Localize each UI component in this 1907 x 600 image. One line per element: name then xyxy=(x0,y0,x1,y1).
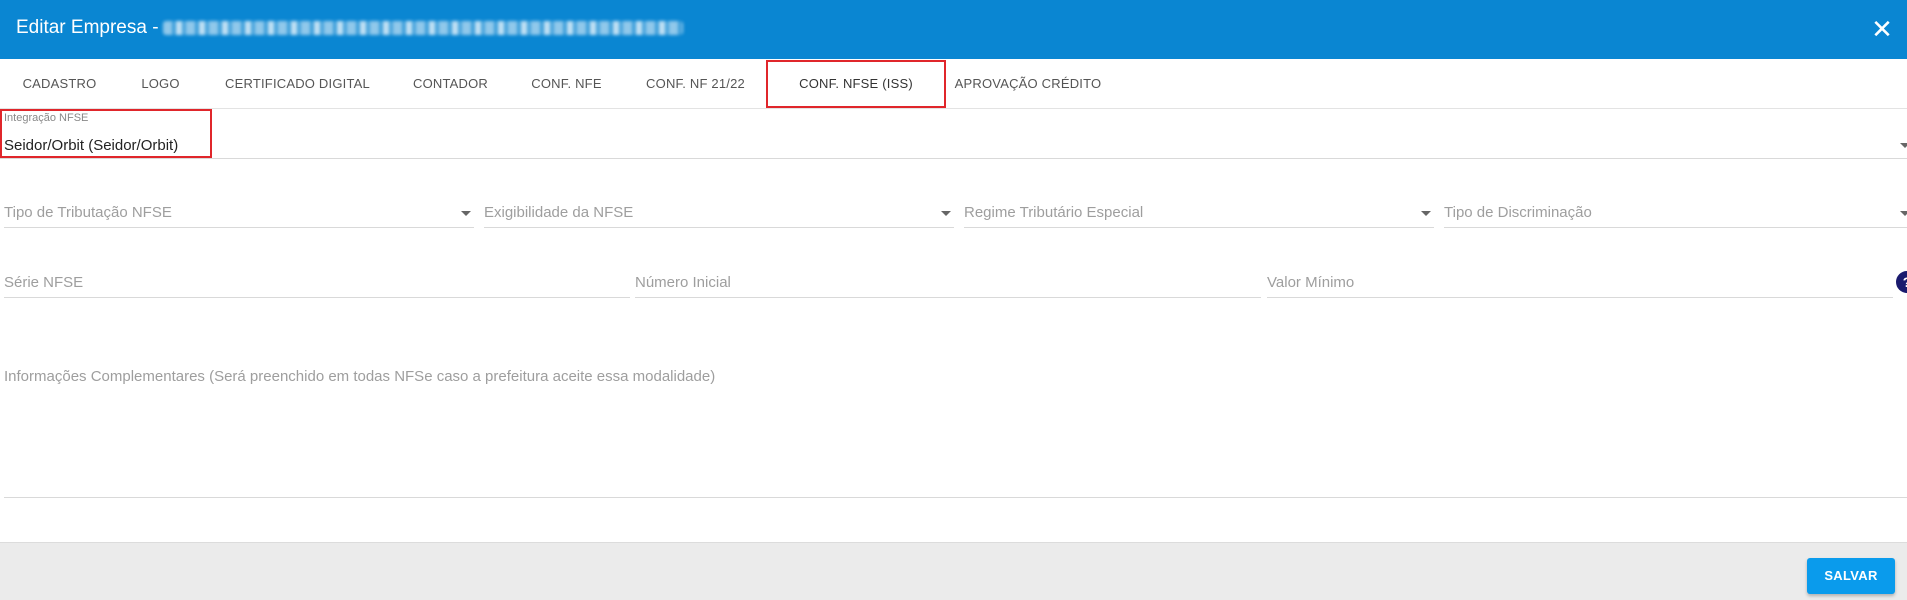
exigibilidade-placeholder: Exigibilidade da NFSE xyxy=(484,204,634,221)
tipo-discriminacao-underline xyxy=(1444,227,1907,228)
regime-tributario-underline xyxy=(964,227,1434,228)
tab-certificado-digital[interactable]: CERTIFICADO DIGITAL xyxy=(202,59,393,108)
tipo-tributacao-placeholder: Tipo de Tributação NFSE xyxy=(4,204,172,221)
redacted-company-name xyxy=(162,20,683,35)
highlight-box xyxy=(0,109,212,158)
integracao-nfse-underline xyxy=(0,158,1907,159)
informacoes-complementares-placeholder: Informações Complementares (Será preench… xyxy=(4,368,716,385)
tipo-tributacao-underline xyxy=(4,227,474,228)
serie-nfse-underline xyxy=(4,297,630,298)
valor-minimo-underline xyxy=(1267,297,1893,298)
serie-nfse-placeholder: Série NFSE xyxy=(4,274,84,291)
dialog-title: Editar Empresa - xyxy=(16,17,683,39)
help-icon[interactable]: ? xyxy=(1896,271,1907,293)
dialog-title-text: Editar Empresa - xyxy=(16,17,159,38)
tab-conf-nf-21-22[interactable]: CONF. NF 21/22 xyxy=(625,59,766,108)
exigibilidade-underline xyxy=(484,227,954,228)
chevron-down-icon xyxy=(461,211,471,216)
informacoes-complementares-underline xyxy=(4,497,1907,498)
tab-bar: CADASTRO LOGO CERTIFICADO DIGITAL CONTAD… xyxy=(0,59,1907,109)
tipo-discriminacao-placeholder: Tipo de Discriminação xyxy=(1444,204,1592,221)
tab-contador[interactable]: CONTADOR xyxy=(393,59,508,108)
save-button[interactable]: SALVAR xyxy=(1807,558,1895,594)
chevron-down-icon xyxy=(941,211,951,216)
dialog-footer: SALVAR xyxy=(0,542,1907,600)
tab-cadastro[interactable]: CADASTRO xyxy=(0,59,119,108)
dialog-header: Editar Empresa - ✕ xyxy=(0,0,1907,59)
valor-minimo-placeholder: Valor Mínimo xyxy=(1267,274,1355,291)
numero-inicial-placeholder: Número Inicial xyxy=(635,274,731,291)
tab-aprovacao-credito[interactable]: APROVAÇÃO CRÉDITO xyxy=(946,59,1110,108)
tab-conf-nfe[interactable]: CONF. NFE xyxy=(508,59,625,108)
regime-tributario-placeholder: Regime Tributário Especial xyxy=(964,204,1144,221)
close-icon[interactable]: ✕ xyxy=(1865,12,1899,46)
chevron-down-icon xyxy=(1421,211,1431,216)
chevron-down-icon xyxy=(1900,143,1907,148)
chevron-down-icon xyxy=(1900,211,1907,216)
tab-logo[interactable]: LOGO xyxy=(119,59,202,108)
numero-inicial-underline xyxy=(635,297,1261,298)
tab-conf-nfse-iss[interactable]: CONF. NFSE (ISS) xyxy=(766,60,946,108)
